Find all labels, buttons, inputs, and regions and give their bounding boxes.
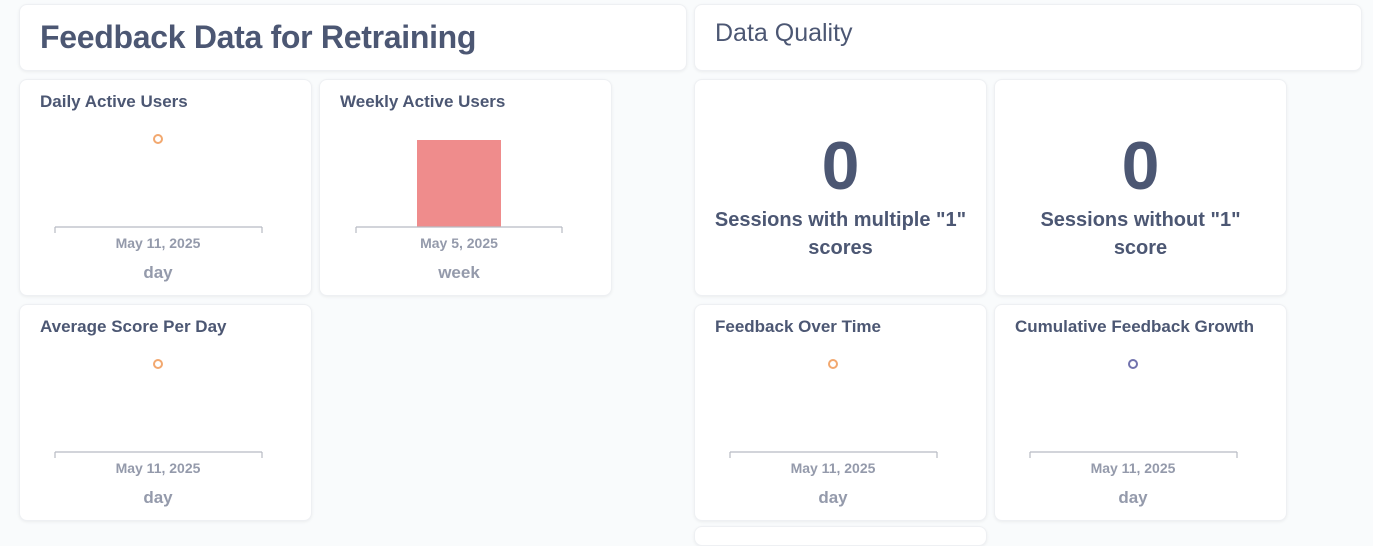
x-axis-label: day <box>818 488 848 507</box>
section-title: Data Quality <box>715 19 853 47</box>
x-axis-line <box>54 451 263 458</box>
page-title: Feedback Data for Retraining <box>40 19 477 55</box>
x-axis-label: day <box>143 263 173 282</box>
average-score-per-day-chart: May 11, 2025 day <box>54 359 263 507</box>
x-tick-label: May 11, 2025 <box>116 460 201 476</box>
scalar-label[interactable]: Sessions with multiple "1" scores <box>713 206 968 262</box>
sessions-multiple-one-scores-card[interactable]: 0 Sessions with multiple "1" scores <box>694 79 987 296</box>
x-axis-label: day <box>1118 488 1148 507</box>
feedback-over-time-chart: May 11, 2025 day <box>729 359 938 507</box>
data-quality-heading-card: Data Quality <box>694 4 1362 71</box>
x-tick-label: May 5, 2025 <box>420 235 498 251</box>
x-axis-label: week <box>437 263 480 282</box>
data-point <box>153 134 163 144</box>
daily-active-users-chart: May 11, 2025 day <box>54 134 263 282</box>
weekly-active-users-chart: May 5, 2025 week <box>355 140 563 282</box>
weekly-active-users-card[interactable]: Weekly Active Users May 5, 2025 week <box>319 79 612 296</box>
cumulative-feedback-growth-chart: May 11, 2025 day <box>1029 359 1238 507</box>
data-point <box>828 359 838 369</box>
cumulative-feedback-growth-card[interactable]: Cumulative Feedback Growth May 11, 2025 … <box>994 304 1287 521</box>
scalar-value: 0 <box>821 128 860 204</box>
feedback-over-time-card[interactable]: Feedback Over Time May 11, 2025 day <box>694 304 987 521</box>
x-axis-line <box>355 226 563 233</box>
x-axis-label: day <box>143 488 173 507</box>
sessions-without-one-score-card[interactable]: 0 Sessions without "1" score <box>994 79 1287 296</box>
bar <box>417 140 501 227</box>
scalar-label[interactable]: Sessions without "1" score <box>1013 206 1268 262</box>
x-tick-label: May 11, 2025 <box>791 460 876 476</box>
dashboard-heading-card: Feedback Data for Retraining <box>19 4 687 71</box>
average-score-per-day-card[interactable]: Average Score Per Day May 11, 2025 day <box>19 304 312 521</box>
x-tick-label: May 11, 2025 <box>1091 460 1176 476</box>
daily-active-users-card[interactable]: Daily Active Users May 11, 2025 day <box>19 79 312 296</box>
x-axis-line <box>54 226 263 233</box>
x-axis-line <box>1029 451 1238 458</box>
scalar-value: 0 <box>1121 128 1160 204</box>
data-point <box>153 359 163 369</box>
x-tick-label: May 11, 2025 <box>116 235 201 251</box>
data-point <box>1128 359 1138 369</box>
next-card-edge <box>694 526 987 546</box>
x-axis-line <box>729 451 938 458</box>
